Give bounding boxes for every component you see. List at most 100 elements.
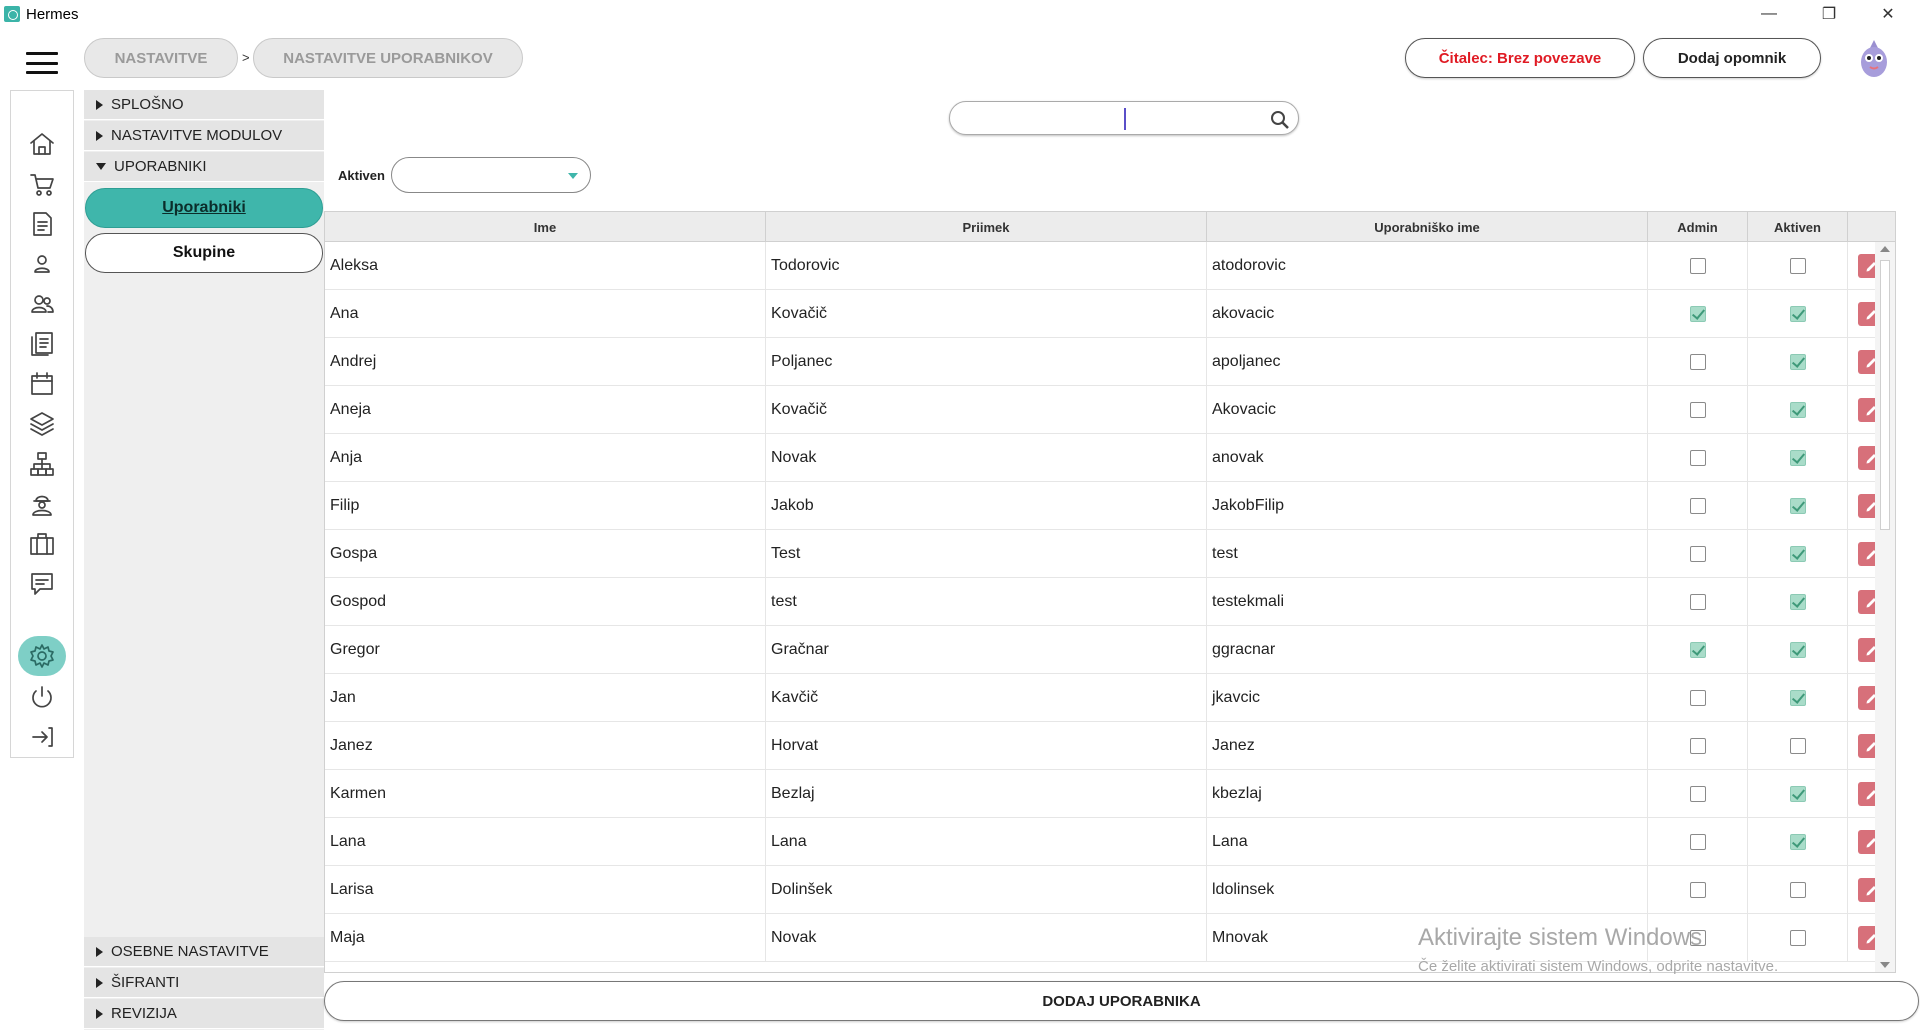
- layers-icon[interactable]: [25, 407, 59, 441]
- menu-section-sifranti[interactable]: ŠIFRANTI: [84, 968, 324, 998]
- aktiven-checkbox[interactable]: [1790, 834, 1806, 850]
- admin-checkbox[interactable]: [1690, 306, 1706, 322]
- aktiven-filter-select[interactable]: [391, 157, 591, 193]
- aktiven-checkbox[interactable]: [1790, 690, 1806, 706]
- aktiven-checkbox[interactable]: [1790, 594, 1806, 610]
- add-user-button[interactable]: DODAJ UPORABNIKA: [324, 981, 1919, 1021]
- hamburger-menu-icon[interactable]: [26, 52, 58, 74]
- breadcrumb-nastavitve-uporabnikov[interactable]: NASTAVITVE UPORABNIKOV: [253, 38, 523, 78]
- menu-item-skupine[interactable]: Skupine: [85, 233, 323, 273]
- scroll-up-icon[interactable]: [1880, 246, 1890, 252]
- cell-uporabnisko-ime: jkavcic: [1207, 674, 1648, 722]
- breadcrumb-nastavitve[interactable]: NASTAVITVE: [84, 38, 238, 78]
- cell-ime: Anja: [325, 434, 766, 482]
- cell-ime: Andrej: [325, 338, 766, 386]
- restore-button[interactable]: ❐: [1801, 0, 1857, 28]
- aktiven-checkbox[interactable]: [1790, 258, 1806, 274]
- table-row[interactable]: Ana Kovačič akovacic: [325, 290, 1895, 338]
- power-icon[interactable]: [25, 680, 59, 714]
- admin-checkbox[interactable]: [1690, 642, 1706, 658]
- admin-checkbox[interactable]: [1690, 930, 1706, 946]
- menu-section-revizija[interactable]: REVIZIJA: [84, 999, 324, 1029]
- column-header-ime[interactable]: Ime: [325, 212, 766, 242]
- menu-section-nastavitve-modulov[interactable]: NASTAVITVE MODULOV: [84, 121, 324, 151]
- document-icon[interactable]: [25, 207, 59, 241]
- cart-icon[interactable]: [25, 167, 59, 201]
- close-button[interactable]: ✕: [1860, 0, 1916, 28]
- table-row[interactable]: Karmen Bezlaj kbezlaj: [325, 770, 1895, 818]
- menu-item-uporabniki[interactable]: Uporabniki: [85, 188, 323, 228]
- admin-checkbox[interactable]: [1690, 690, 1706, 706]
- column-header-uporabnisko-ime[interactable]: Uporabniško ime: [1207, 212, 1648, 242]
- briefcase-icon[interactable]: [25, 527, 59, 561]
- reader-status-button[interactable]: Čitalec: Brez povezave: [1405, 38, 1635, 78]
- table-scrollbar[interactable]: [1875, 242, 1895, 972]
- calendar-icon[interactable]: [25, 367, 59, 401]
- aktiven-checkbox[interactable]: [1790, 546, 1806, 562]
- user-icon[interactable]: [25, 247, 59, 281]
- home-icon[interactable]: [25, 127, 59, 161]
- admin-checkbox[interactable]: [1690, 786, 1706, 802]
- table-row[interactable]: Maja Novak Mnovak: [325, 914, 1895, 962]
- users-icon[interactable]: [25, 287, 59, 321]
- cell-priimek: Horvat: [766, 722, 1207, 770]
- menu-section-label: SPLOŠNO: [111, 96, 184, 113]
- column-header-admin[interactable]: Admin: [1648, 212, 1748, 242]
- cell-ime: Larisa: [325, 866, 766, 914]
- cell-admin: [1648, 434, 1748, 482]
- aktiven-checkbox[interactable]: [1790, 642, 1806, 658]
- list-icon[interactable]: [25, 327, 59, 361]
- chat-icon[interactable]: [25, 567, 59, 601]
- menu-section-splosno[interactable]: SPLOŠNO: [84, 90, 324, 120]
- mascot-avatar-icon[interactable]: [1856, 38, 1892, 80]
- admin-checkbox[interactable]: [1690, 354, 1706, 370]
- gear-icon[interactable]: [18, 636, 66, 676]
- menu-section-uporabniki[interactable]: UPORABNIKI: [84, 152, 324, 182]
- table-row[interactable]: Andrej Poljanec apoljanec: [325, 338, 1895, 386]
- table-row[interactable]: Anja Novak anovak: [325, 434, 1895, 482]
- network-icon[interactable]: [25, 447, 59, 481]
- cell-ime: Aleksa: [325, 242, 766, 290]
- table-row[interactable]: Janez Horvat Janez: [325, 722, 1895, 770]
- aktiven-checkbox[interactable]: [1790, 402, 1806, 418]
- cell-aktiven: [1748, 434, 1848, 482]
- column-header-aktiven[interactable]: Aktiven: [1748, 212, 1848, 242]
- table-row[interactable]: Gregor Gračnar ggracnar: [325, 626, 1895, 674]
- admin-checkbox[interactable]: [1690, 546, 1706, 562]
- scroll-down-icon[interactable]: [1880, 962, 1890, 968]
- aktiven-checkbox[interactable]: [1790, 882, 1806, 898]
- admin-checkbox[interactable]: [1690, 258, 1706, 274]
- minimize-button[interactable]: —: [1741, 0, 1797, 28]
- add-reminder-button[interactable]: Dodaj opomnik: [1643, 38, 1821, 78]
- worker-icon[interactable]: [25, 487, 59, 521]
- table-row[interactable]: Aneja Kovačič Akovacic: [325, 386, 1895, 434]
- table-row[interactable]: Filip Jakob JakobFilip: [325, 482, 1895, 530]
- scrollbar-thumb[interactable]: [1880, 260, 1890, 530]
- aktiven-checkbox[interactable]: [1790, 738, 1806, 754]
- aktiven-checkbox[interactable]: [1790, 498, 1806, 514]
- admin-checkbox[interactable]: [1690, 594, 1706, 610]
- aktiven-checkbox[interactable]: [1790, 306, 1806, 322]
- table-row[interactable]: Jan Kavčič jkavcic: [325, 674, 1895, 722]
- column-header-priimek[interactable]: Priimek: [766, 212, 1207, 242]
- aktiven-checkbox[interactable]: [1790, 930, 1806, 946]
- aktiven-checkbox[interactable]: [1790, 354, 1806, 370]
- admin-checkbox[interactable]: [1690, 738, 1706, 754]
- admin-checkbox[interactable]: [1690, 498, 1706, 514]
- aktiven-checkbox[interactable]: [1790, 450, 1806, 466]
- admin-checkbox[interactable]: [1690, 450, 1706, 466]
- admin-checkbox[interactable]: [1690, 834, 1706, 850]
- admin-checkbox[interactable]: [1690, 882, 1706, 898]
- menu-section-osebne-nastavitve[interactable]: OSEBNE NASTAVITVE: [84, 937, 324, 967]
- search-icon[interactable]: [1270, 110, 1290, 130]
- table-row[interactable]: Larisa Dolinšek ldolinsek: [325, 866, 1895, 914]
- admin-checkbox[interactable]: [1690, 402, 1706, 418]
- cell-uporabnisko-ime: akovacic: [1207, 290, 1648, 338]
- table-row[interactable]: Gospa Test test: [325, 530, 1895, 578]
- aktiven-checkbox[interactable]: [1790, 786, 1806, 802]
- table-row[interactable]: Gospod test testekmali: [325, 578, 1895, 626]
- table-row[interactable]: Aleksa Todorovic atodorovic: [325, 242, 1895, 290]
- search-input[interactable]: [949, 101, 1299, 135]
- table-row[interactable]: Lana Lana Lana: [325, 818, 1895, 866]
- logout-icon[interactable]: [25, 720, 59, 754]
